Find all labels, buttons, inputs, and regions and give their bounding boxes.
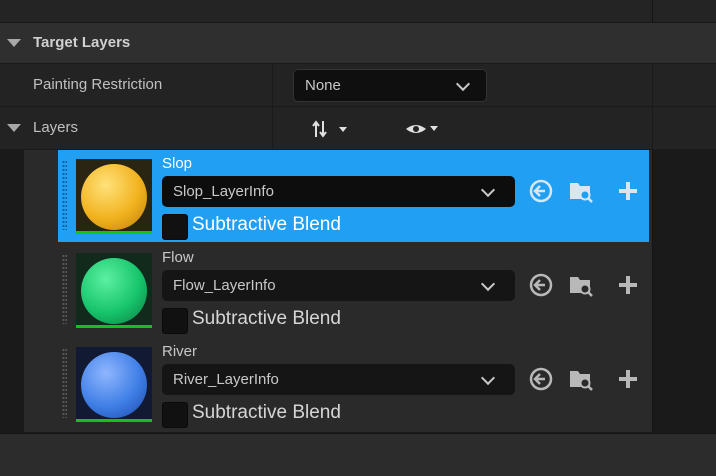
layer-thumbnail [76, 253, 152, 328]
subtractive-blend-checkbox[interactable] [162, 402, 188, 428]
chevron-down-icon [455, 76, 471, 92]
use-selected-asset-icon[interactable] [528, 178, 554, 204]
sort-arrows-icon[interactable] [312, 118, 358, 140]
add-icon[interactable] [615, 178, 641, 204]
dropdown-value: None [305, 77, 341, 94]
layer-color-ball [81, 258, 147, 324]
layer-info-dropdown[interactable]: Slop_LayerInfo [162, 176, 515, 207]
layer-color-ball [81, 164, 147, 230]
drag-handle-icon[interactable] [62, 348, 67, 418]
subtractive-blend-checkbox[interactable] [162, 308, 188, 334]
layer-info-dropdown[interactable]: Flow_LayerInfo [162, 270, 515, 301]
layer-info-dropdown[interactable]: River_LayerInfo [162, 364, 515, 395]
painting-restriction-label: Painting Restriction [33, 76, 163, 93]
layer-info-value: Slop_LayerInfo [173, 183, 274, 200]
layer-info-value: River_LayerInfo [173, 371, 279, 388]
layer-name: Slop [162, 155, 193, 172]
subtractive-blend-label: Subtractive Blend [192, 308, 341, 329]
browse-folder-icon[interactable] [568, 366, 594, 392]
layer-name: Flow [162, 249, 194, 266]
subtractive-blend-label: Subtractive Blend [192, 402, 341, 423]
painting-restriction-dropdown[interactable]: None [293, 69, 487, 102]
layer-item-flow[interactable]: Flow Flow_LayerInfo Subtractive Blend [58, 244, 649, 336]
painting-restriction-row: Painting Restriction None [0, 64, 716, 107]
subtractive-blend-label: Subtractive Blend [192, 214, 341, 235]
chevron-down-icon [480, 370, 496, 386]
eye-icon[interactable] [404, 120, 450, 138]
target-layers-header[interactable]: Target Layers [0, 23, 716, 64]
use-selected-asset-icon[interactable] [528, 366, 554, 392]
layer-item-river[interactable]: River River_LayerInfo Subtractive Blend [58, 338, 649, 430]
drag-handle-icon[interactable] [62, 160, 67, 230]
section-title: Target Layers [33, 34, 131, 51]
chevron-down-icon [480, 276, 496, 292]
use-selected-asset-icon[interactable] [528, 272, 554, 298]
layer-thumbnail [76, 159, 152, 234]
panel-bottom-area [0, 433, 716, 476]
subtractive-blend-checkbox[interactable] [162, 214, 188, 240]
add-icon[interactable] [615, 366, 641, 392]
layer-item-slop[interactable]: Slop Slop_LayerInfo Subtractive Blend [58, 150, 649, 242]
layer-color-ball [81, 352, 147, 418]
panel-top-strip [0, 0, 716, 23]
add-icon[interactable] [615, 272, 641, 298]
layer-thumbnail [76, 347, 152, 422]
layers-row: Layers [0, 107, 716, 150]
expand-triangle-icon[interactable] [7, 39, 21, 47]
expand-triangle-icon[interactable] [7, 124, 21, 132]
layer-info-value: Flow_LayerInfo [173, 277, 276, 294]
browse-folder-icon[interactable] [568, 272, 594, 298]
drag-handle-icon[interactable] [62, 254, 67, 324]
layers-label: Layers [33, 119, 79, 136]
layer-name: River [162, 343, 198, 360]
browse-folder-icon[interactable] [568, 178, 594, 204]
chevron-down-icon [480, 182, 496, 198]
